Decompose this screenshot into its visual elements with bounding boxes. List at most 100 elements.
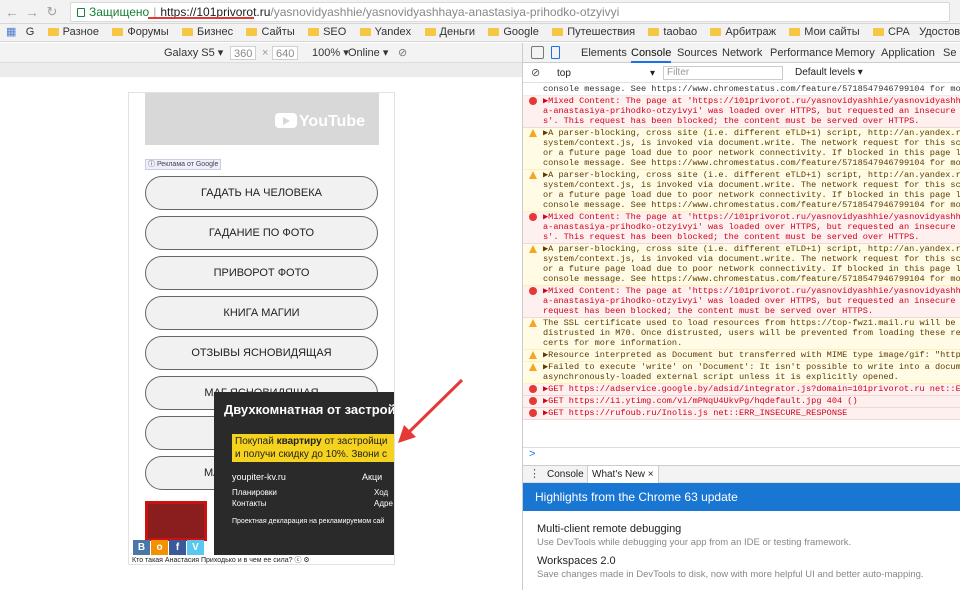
forward-icon[interactable]: → (24, 4, 40, 20)
feature-item[interactable]: Workspaces 2.0 Save changes made in DevT… (537, 555, 924, 580)
clear-console-icon[interactable]: ⊘ (531, 66, 540, 79)
console-message[interactable]: ▶Mixed Content: The page at 'https://101… (523, 96, 960, 128)
console-line: or a future page load due to poor networ… (543, 190, 960, 200)
console-message[interactable]: ▶A parser-blocking, cross site (i.e. dif… (523, 128, 960, 170)
error-icon (529, 385, 537, 393)
inspect-icon[interactable] (531, 46, 544, 59)
console-message[interactable]: ▶GET https://i1.ytimg.com/vi/mPNqU4UkvPg… (523, 396, 960, 408)
console-message[interactable]: ▶A parser-blocking, cross site (i.e. dif… (523, 244, 960, 286)
console-line: The SSL certificate used to load resourc… (543, 318, 960, 328)
folder-icon (424, 28, 436, 36)
bookmark-folder[interactable]: Разное (44, 24, 99, 41)
url-input[interactable]: Защищено | https://101privorot.ru/yasnovid… (70, 2, 950, 22)
console-line: or a future page load due to poor networ… (543, 148, 960, 158)
console-line: ▶Mixed Content: The page at 'https://101… (543, 212, 960, 222)
warning-icon (529, 245, 537, 253)
console-message[interactable]: ▶Mixed Content: The page at 'https://101… (523, 286, 960, 318)
tab-network[interactable]: Network (722, 43, 762, 63)
bookmark-folder[interactable]: Сайты (242, 24, 295, 41)
console-line: ▶GET https://rufoub.ru/Inolis.js net::ER… (543, 408, 848, 418)
console-line: system/context.js, is invoked via docume… (543, 138, 960, 148)
error-icon (529, 213, 537, 221)
device-mode-icon[interactable] (551, 46, 560, 59)
back-icon[interactable]: ← (4, 4, 20, 20)
console-message[interactable]: ▶GET https://adservice.google.by/adsid/i… (523, 384, 960, 396)
folder-icon (359, 28, 371, 36)
device-select[interactable]: Galaxy S5 ▾ (164, 46, 223, 60)
bookmark-folder[interactable]: Бизнес (178, 24, 233, 41)
console-line: ▶A parser-blocking, cross site (i.e. dif… (543, 170, 960, 180)
tab-elements[interactable]: Elements (581, 43, 627, 63)
console-line: system/context.js, is invoked via docume… (543, 254, 960, 264)
tab-console[interactable]: Console (631, 43, 672, 63)
console-line: asynchronously-loaded external script un… (543, 372, 899, 382)
arrow-shaft (406, 378, 464, 435)
bookmark-folder[interactable]: taobao (644, 24, 697, 41)
console-line: ▶GET https://i1.ytimg.com/vi/mPNqU4UkvPg… (543, 396, 858, 406)
tab-application[interactable]: Application (881, 43, 935, 63)
apps-icon[interactable]: ▦ (6, 24, 16, 41)
console-messages: console message. See https://www.chromes… (523, 84, 960, 447)
folder-icon (488, 28, 500, 36)
console-line: ▶A parser-blocking, cross site (i.e. dif… (543, 244, 960, 254)
device-toolbar: Galaxy S5 ▾ 360 × 640 100% ▾ Online ▾ ⊘ (0, 43, 522, 63)
console-line: or a future page load due to poor networ… (543, 264, 960, 274)
bookmark-folder[interactable]: Деньги (421, 24, 475, 41)
error-icon (529, 97, 537, 105)
console-message[interactable]: ▶Resource interpreted as Document but tr… (523, 350, 960, 362)
folder-icon (112, 28, 124, 36)
console-message[interactable]: ▶Failed to execute 'write' on 'Document'… (523, 362, 960, 384)
console-line: a-anastasiya-prihodko-otzyivyi' was load… (543, 222, 960, 232)
console-message[interactable]: console message. See https://www.chromes… (523, 84, 960, 96)
bookmark-folder[interactable]: CPA (869, 24, 910, 41)
feature-title: Multi-client remote debugging (537, 523, 682, 535)
height-input[interactable]: 640 (272, 46, 299, 60)
console-message[interactable]: ▶GET https://rufoub.ru/Inolis.js net::ER… (523, 408, 960, 420)
tab-security[interactable]: Se (943, 43, 956, 63)
warning-icon (529, 129, 537, 137)
levels-select[interactable]: Default levels ▾ (795, 67, 863, 78)
devtools-panel: Elements Console Sources Network Perform… (522, 43, 960, 590)
bookmark-folder[interactable]: Yandex (356, 24, 411, 41)
bookmark-folder[interactable]: Арбитраж (706, 24, 776, 41)
feature-item[interactable]: Multi-client remote debugging Use DevToo… (537, 523, 851, 548)
rotate-icon[interactable]: ⊘ (398, 46, 407, 60)
drawer-tab-console[interactable]: Console (543, 466, 588, 483)
network-select[interactable]: Online ▾ (348, 46, 388, 60)
tab-memory[interactable]: Memory (835, 43, 875, 63)
drawer-tab-whats-new[interactable]: What's New × (587, 466, 659, 483)
zoom-select[interactable]: 100% ▾ (312, 46, 349, 60)
bookmark-folder[interactable]: Форумы (108, 24, 169, 41)
secure-label: Защищено (89, 5, 150, 19)
devtools-tabbar: Elements Console Sources Network Perform… (523, 43, 960, 63)
url-path: /yasnovidyashhie/yasnovidyashhaya-anasta… (270, 5, 620, 19)
lock-icon (77, 8, 85, 17)
folder-icon (789, 28, 801, 36)
bookmark-folder[interactable]: Google (484, 24, 539, 41)
tab-sources[interactable]: Sources (677, 43, 717, 63)
console-message[interactable]: ▶A parser-blocking, cross site (i.e. dif… (523, 170, 960, 212)
bookmark-item[interactable]: Удостоверяющий це (919, 24, 960, 41)
console-line: ▶A parser-blocking, cross site (i.e. dif… (543, 128, 960, 138)
bookmark-folder[interactable]: Путешествия (548, 24, 635, 41)
bookmark-google[interactable]: G (26, 24, 35, 41)
bookmark-folder[interactable]: Мои сайты (785, 24, 860, 41)
bookmark-folder[interactable]: SEO (304, 24, 346, 41)
tab-performance[interactable]: Performance (770, 43, 833, 63)
console-line: request has been blocked; the content mu… (543, 306, 874, 316)
filter-input[interactable]: Filter (663, 66, 783, 80)
width-input[interactable]: 360 (230, 46, 257, 60)
reload-icon[interactable]: ↻ (44, 4, 60, 20)
console-message[interactable]: The SSL certificate used to load resourc… (523, 318, 960, 350)
folder-icon (182, 28, 193, 36)
console-line: a-anastasiya-prihodko-otzyivyi' was load… (543, 106, 960, 116)
console-line: console message. See https://www.chromes… (543, 274, 960, 284)
folder-icon (47, 28, 59, 36)
console-prompt[interactable]: > (523, 447, 960, 461)
error-icon (529, 287, 537, 295)
url-highlight-underline (148, 17, 254, 19)
context-select[interactable]: top ▾ (557, 67, 655, 80)
console-line: console message. See https://www.chromes… (543, 200, 960, 210)
console-toolbar: ⊘ top ▾ Filter Default levels ▾ (523, 63, 960, 83)
console-message[interactable]: ▶Mixed Content: The page at 'https://101… (523, 212, 960, 244)
